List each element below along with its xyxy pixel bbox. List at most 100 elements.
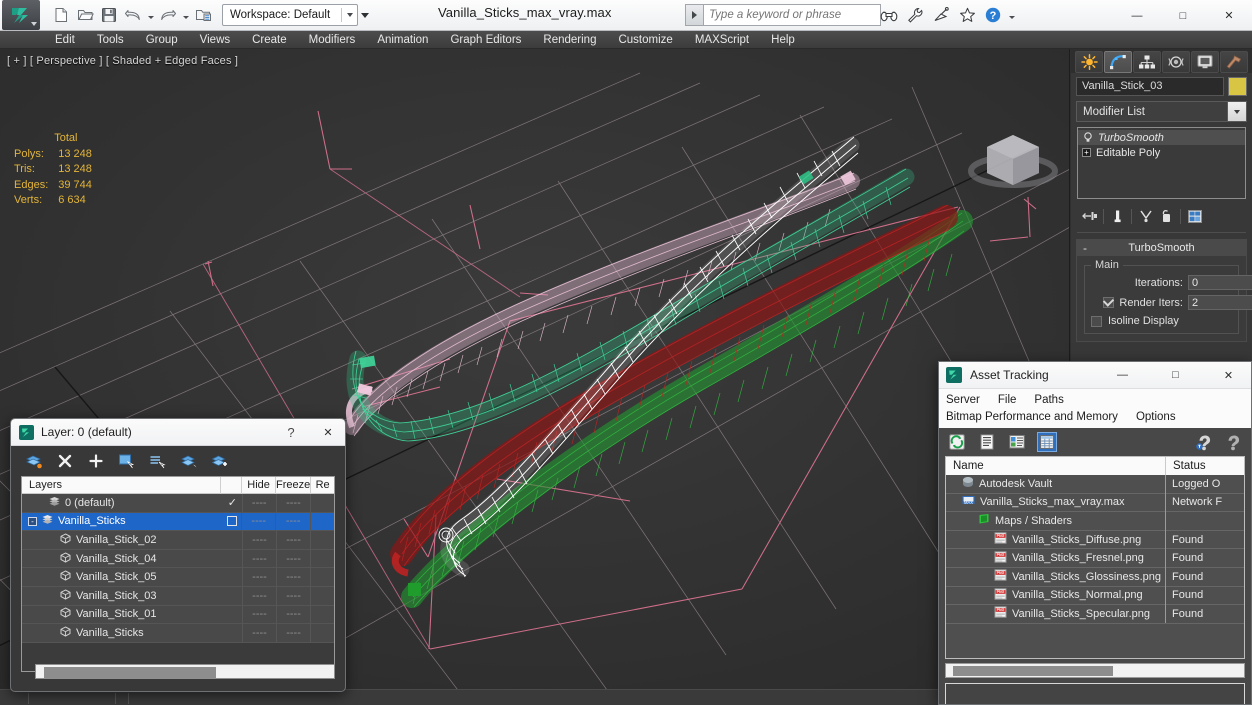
layer-current-check[interactable] [223, 586, 243, 605]
modifier-list-dropdown[interactable]: Modifier List [1076, 101, 1247, 122]
hierarchy-tab[interactable] [1133, 51, 1161, 73]
layer-hide-cell[interactable]: ---- [243, 586, 277, 605]
layer-render-cell[interactable] [311, 549, 334, 568]
render-iters-spinner[interactable] [1188, 295, 1232, 310]
search-run-button[interactable] [685, 4, 703, 26]
help-dropdown-caret-icon[interactable] [1008, 4, 1016, 26]
layer-render-cell[interactable] [311, 494, 334, 513]
layer-hide-cell[interactable]: ---- [243, 605, 277, 624]
asset-tracking-dialog[interactable]: Asset Tracking — □ ✕ Server File Paths B… [938, 361, 1252, 705]
asset-grid[interactable]: Name Status Autodesk Vault Logged O MAX [945, 456, 1245, 659]
layer-current-check[interactable] [223, 605, 243, 624]
asset-horizontal-scrollbar[interactable] [945, 663, 1245, 678]
lightbulb-icon[interactable] [1082, 132, 1093, 143]
table-row[interactable]: Vanilla_Stick_04 ---- ---- [22, 550, 334, 569]
modify-tab[interactable] [1104, 51, 1132, 73]
layer-render-cell[interactable] [311, 624, 334, 643]
stack-item-turbosmooth[interactable]: TurboSmooth [1078, 130, 1245, 145]
close-button[interactable]: ✕ [1206, 0, 1252, 31]
layer-freeze-cell[interactable]: ---- [277, 494, 312, 513]
layer-render-cell[interactable] [311, 586, 334, 605]
layer-hide-cell[interactable]: ---- [243, 531, 277, 550]
menu-help[interactable]: Help [760, 31, 806, 49]
asset-dialog-title-bar[interactable]: Asset Tracking — □ ✕ [939, 362, 1251, 389]
object-color-swatch[interactable] [1228, 77, 1247, 96]
grid-view-icon[interactable] [1037, 432, 1057, 452]
layer-hide-cell[interactable]: ---- [243, 624, 277, 643]
configure-modifier-sets-icon[interactable] [1184, 207, 1205, 225]
viewport-label[interactable]: [ + ] [ Perspective ] [ Shaded + Edged F… [7, 55, 238, 67]
menu-views[interactable]: Views [189, 31, 241, 49]
table-row[interactable]: PNG Vanilla_Sticks_Normal.png Found [946, 587, 1244, 606]
table-row[interactable]: Vanilla_Stick_05 ---- ---- [22, 568, 334, 587]
delete-layer-icon[interactable] [56, 452, 74, 470]
list-view-icon[interactable] [977, 432, 997, 452]
table-row[interactable]: Vanilla_Sticks ---- ---- [22, 624, 334, 643]
table-row[interactable]: MAX Vanilla_Sticks_max_vray.max Network … [946, 494, 1244, 513]
iterations-input[interactable] [1188, 275, 1252, 290]
column-render[interactable]: Re [311, 477, 334, 494]
layer-freeze-cell[interactable]: ---- [277, 531, 312, 550]
layer-render-cell[interactable] [311, 512, 334, 531]
table-row[interactable]: - Vanilla_Sticks ---- ---- [22, 513, 334, 532]
workspace-selector[interactable]: Workspace: Default [222, 4, 358, 26]
menu-customize[interactable]: Customize [607, 31, 683, 49]
render-iters-input[interactable] [1188, 295, 1252, 310]
table-row[interactable]: PNG Vanilla_Sticks_Specular.png Found [946, 605, 1244, 624]
workspace-expand-caret-icon[interactable] [358, 4, 372, 26]
new-file-icon[interactable] [50, 4, 72, 26]
layer-current-check[interactable] [223, 568, 243, 587]
layer-freeze-cell[interactable]: ---- [277, 624, 312, 643]
save-file-icon[interactable] [98, 4, 120, 26]
select-objects-in-layer-icon[interactable] [118, 452, 136, 470]
menu-edit[interactable]: Edit [44, 31, 86, 49]
column-name[interactable]: Name [946, 457, 1166, 475]
render-iters-checkbox[interactable] [1103, 297, 1114, 308]
create-tab[interactable] [1075, 51, 1103, 73]
layer-dialog[interactable]: Layer: 0 (default) ? ✕ [10, 418, 346, 692]
project-folder-icon[interactable] [192, 4, 214, 26]
asset-maximize-button[interactable]: □ [1153, 362, 1198, 389]
layer-hide-cell[interactable]: ---- [243, 568, 277, 587]
help-blue-icon[interactable] [1193, 432, 1213, 452]
help-gray-icon[interactable] [1223, 432, 1243, 452]
layer-current-check[interactable] [223, 549, 243, 568]
table-row[interactable]: 0 (default) ✓ ---- ---- [22, 494, 334, 513]
column-status[interactable]: Status [1166, 457, 1206, 475]
expand-collapse-icon[interactable]: - [28, 517, 37, 526]
layer-scrollbar-thumb[interactable] [44, 667, 216, 678]
asset-close-button[interactable]: ✕ [1206, 362, 1251, 389]
layer-dialog-title-bar[interactable]: Layer: 0 (default) ? ✕ [11, 419, 345, 446]
redo-icon[interactable] [157, 4, 179, 26]
menu-modifiers[interactable]: Modifiers [298, 31, 367, 49]
table-row[interactable]: Maps / Shaders [946, 512, 1244, 531]
asset-menu-file[interactable]: File [998, 394, 1026, 406]
layer-render-cell[interactable] [311, 531, 334, 550]
table-row[interactable]: PNG Vanilla_Sticks_Diffuse.png Found [946, 531, 1244, 550]
asset-scrollbar-thumb[interactable] [953, 666, 1113, 676]
menu-group[interactable]: Group [135, 31, 189, 49]
binoculars-icon[interactable] [878, 4, 900, 26]
remove-modifier-icon[interactable] [1156, 207, 1177, 225]
layer-current-check[interactable]: ✓ [223, 494, 243, 513]
layer-grid[interactable]: Layers Hide Freeze Re 0 (default) ✓ ---- [21, 476, 335, 672]
asset-minimize-button[interactable]: — [1100, 362, 1145, 389]
layer-render-cell[interactable] [311, 605, 334, 624]
display-tab[interactable] [1191, 51, 1219, 73]
table-row[interactable]: Vanilla_Stick_02 ---- ---- [22, 531, 334, 550]
menu-maxscript[interactable]: MAXScript [684, 31, 760, 49]
add-selection-icon[interactable] [87, 452, 105, 470]
menu-tools[interactable]: Tools [86, 31, 135, 49]
asset-menu-paths[interactable]: Paths [1034, 394, 1072, 406]
layer-current-check[interactable] [223, 624, 243, 643]
table-row[interactable]: Vanilla_Stick_03 ---- ---- [22, 587, 334, 606]
wrench-icon[interactable] [904, 4, 926, 26]
table-row[interactable]: Vanilla_Stick_01 ---- ---- [22, 606, 334, 625]
layer-freeze-cell[interactable]: ---- [276, 512, 311, 531]
layer-dialog-close-button[interactable]: ✕ [311, 419, 345, 445]
layer-freeze-cell[interactable]: ---- [277, 568, 312, 587]
layer-hide-cell[interactable]: ---- [243, 494, 277, 513]
layer-render-cell[interactable] [311, 568, 334, 587]
modifier-stack[interactable]: TurboSmooth + Editable Poly [1077, 127, 1246, 199]
satellite-dish-icon[interactable] [930, 4, 952, 26]
